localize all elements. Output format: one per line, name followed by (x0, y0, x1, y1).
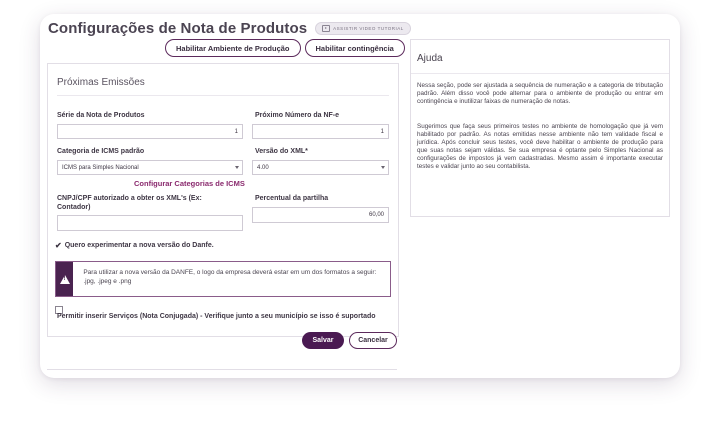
next-number-input[interactable]: 1 (252, 124, 389, 139)
section-divider (57, 95, 389, 96)
chevron-down-icon (235, 166, 239, 169)
icms-select-value: ICMS para Simples Nacional (62, 164, 139, 171)
help-paragraph-1: Nessa seção, pode ser ajustada a sequênc… (417, 82, 663, 106)
configure-icms-link[interactable]: Configurar Categorias de ICMS (134, 179, 245, 188)
cnpj-input[interactable] (57, 215, 243, 231)
environment-buttons: Habilitar Ambiente de Produção Habilitar… (165, 39, 405, 57)
warning-text: Para utilizar a nova versão da DANFE, o … (83, 269, 377, 285)
video-tutorial-label: ASSISTIR VIDEO TUTORIAL (333, 26, 404, 31)
cnpj-label: CNPJ/CPF autorizado a obter os XML's (Ex… (57, 195, 202, 211)
serie-label: Série da Nota de Produtos (57, 112, 145, 119)
danfe-warning: ! Para utilizar a nova versão da DANFE, … (55, 261, 391, 297)
serie-input[interactable]: 1 (57, 124, 243, 139)
page-title: Configurações de Nota de Produtos (48, 20, 308, 37)
icms-select[interactable]: ICMS para Simples Nacional (57, 160, 243, 175)
help-title: Ajuda (417, 53, 443, 64)
xml-version-label: Versão do XML* (255, 148, 308, 155)
icms-label: Categoria de ICMS padrão (57, 148, 145, 155)
bottom-divider (47, 369, 397, 370)
emissions-panel: Próximas Emissões Série da Nota de Produ… (47, 63, 399, 337)
partilha-label: Percentual da partilha (255, 195, 329, 202)
enable-production-button[interactable]: Habilitar Ambiente de Produção (165, 39, 301, 57)
partilha-input[interactable]: 60,00 (252, 207, 389, 223)
help-panel: Ajuda Nessa seção, pode ser ajustada a s… (410, 39, 670, 217)
help-divider (411, 73, 669, 74)
warning-icon-box: ! (56, 262, 74, 296)
warning-icon: ! (59, 274, 70, 284)
xml-version-value: 4.00 (257, 164, 269, 171)
xml-version-select[interactable]: 4.00 (252, 160, 389, 175)
settings-card: Configurações de Nota de Produtos ASSIST… (40, 14, 680, 378)
save-button[interactable]: Salvar (302, 332, 344, 349)
video-icon (322, 25, 331, 32)
enable-contingency-button[interactable]: Habilitar contingência (304, 39, 405, 57)
danfe-checkbox-row[interactable]: ✔ Quero experimentar a nova versão do Da… (55, 241, 214, 250)
section-title: Próximas Emissões (57, 77, 145, 88)
cancel-button[interactable]: Cancelar (349, 332, 397, 349)
video-tutorial-badge[interactable]: ASSISTIR VIDEO TUTORIAL (315, 22, 411, 35)
chevron-down-icon (381, 166, 385, 169)
next-number-label: Próximo Número da NF-e (255, 112, 340, 119)
help-paragraph-2: Sugerimos que faça seus primeiros testes… (417, 123, 663, 171)
danfe-checkbox-label: Quero experimentar a nova versão do Danf… (64, 242, 214, 249)
checkmark-icon[interactable]: ✔ (55, 241, 62, 250)
header: Configurações de Nota de Produtos ASSIST… (48, 20, 411, 37)
services-label: Permitir inserir Serviços (Nota Conjugad… (57, 313, 376, 320)
